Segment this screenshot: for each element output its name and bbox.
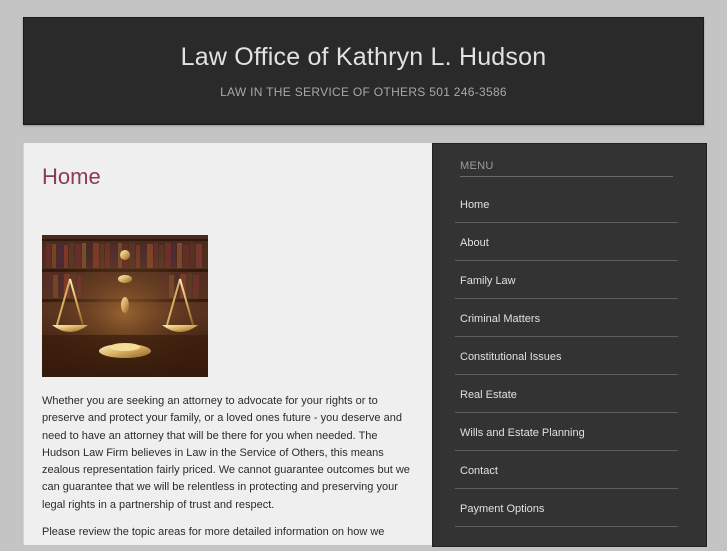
site-header: Law Office of Kathryn L. Hudson LAW IN T…	[23, 17, 704, 125]
topics-paragraph: Please review the topic areas for more d…	[42, 526, 385, 539]
menu-item-criminal-matters[interactable]: Criminal Matters	[455, 300, 678, 337]
menu-heading: MENU	[460, 160, 673, 177]
menu-item-home[interactable]: Home	[455, 186, 678, 223]
site-tagline: LAW IN THE SERVICE OF OTHERS 501 246-358…	[220, 85, 507, 99]
intro-paragraph: Whether you are seeking an attorney to a…	[42, 395, 410, 511]
intro-text: Whether you are seeking an attorney to a…	[42, 393, 412, 551]
menu-item-about[interactable]: About	[455, 224, 678, 261]
page-title: Home	[42, 164, 101, 189]
menu-item-contact[interactable]: Contact	[455, 452, 678, 489]
main-content: Home Whether you are seeking an attorney…	[23, 143, 433, 545]
menu-item-real-estate[interactable]: Real Estate	[455, 376, 678, 413]
scales-of-justice-photo	[42, 235, 208, 377]
menu-item-family-law[interactable]: Family Law	[455, 262, 678, 299]
sidebar-menu: MENU Home About Family Law Criminal Matt…	[432, 143, 707, 547]
menu-item-payment-options[interactable]: Payment Options	[455, 490, 678, 527]
menu-item-constitutional-issues[interactable]: Constitutional Issues	[455, 338, 678, 375]
menu-item-wills-estate-planning[interactable]: Wills and Estate Planning	[455, 414, 678, 451]
site-title[interactable]: Law Office of Kathryn L. Hudson	[24, 43, 703, 72]
menu-list: Home About Family Law Criminal Matters C…	[455, 186, 678, 527]
